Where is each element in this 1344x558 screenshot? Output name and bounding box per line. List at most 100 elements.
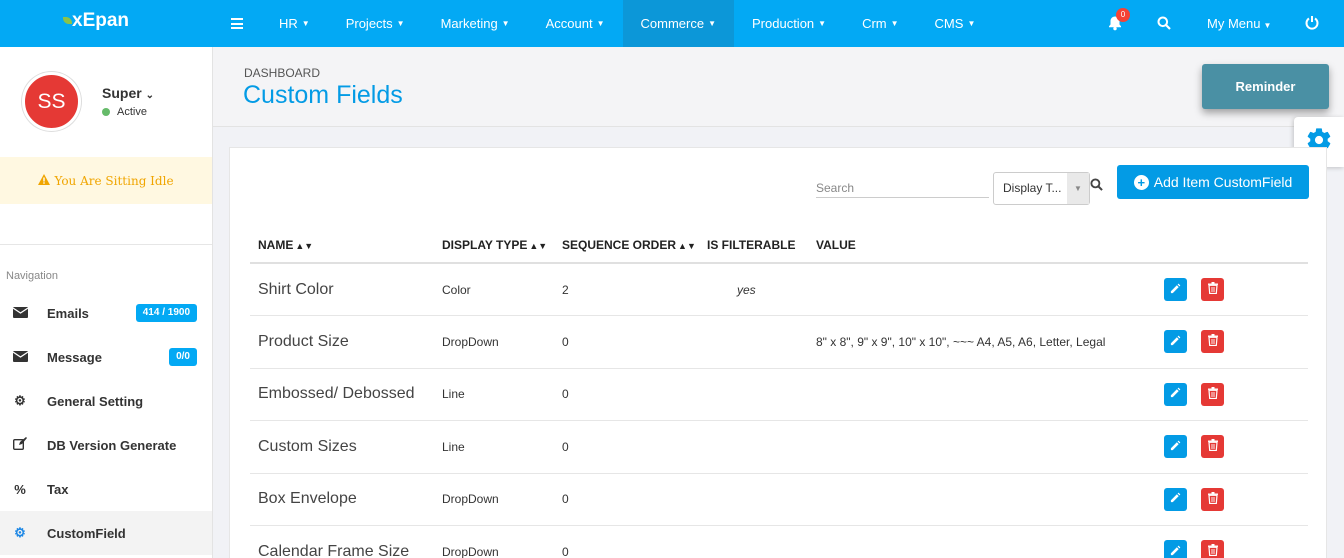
display-type-select[interactable]: Display T... ▼ [993,172,1090,205]
sidebar-item-db-version-generate[interactable]: DB Version Generate [0,423,212,467]
delete-button[interactable] [1201,435,1224,459]
sidebar-item-message[interactable]: Message 0/0 [0,335,212,379]
user-name-dropdown[interactable]: Super ⌄ [102,85,154,101]
menu-crm[interactable]: Crm ▼ [844,0,916,47]
edit-button[interactable] [1164,330,1187,354]
pencil-icon [1170,545,1181,558]
cell-name: Product Size [250,315,434,369]
cell-is-filterable [699,368,808,421]
cell-actions [1156,473,1308,526]
trash-icon [1207,439,1218,454]
cell-value [808,368,1156,421]
edit-button[interactable] [1164,487,1187,511]
leaf-icon [63,17,72,24]
delete-button[interactable] [1201,487,1224,511]
delete-button[interactable] [1201,278,1224,301]
delete-button[interactable] [1201,540,1224,558]
page-header: DASHBOARD Custom Fields Reminder [213,47,1344,127]
cell-display-type: Color [434,263,554,316]
cell-display-type: Line [434,368,554,421]
cell-actions [1156,420,1308,474]
custom-fields-table: NAME ▲▼ DISPLAY TYPE ▲▼ SEQUENCE ORDER ▲▼ I… [250,228,1308,558]
cell-sequence-order: 0 [554,525,699,558]
trash-icon [1207,386,1218,402]
pencil-icon [1170,335,1181,349]
menu-cms[interactable]: CMS ▼ [917,0,994,47]
cell-sequence-order: 0 [554,420,699,474]
user-status: Active [102,106,147,118]
hamburger-menu-icon[interactable] [231,18,243,29]
edit-button[interactable] [1164,435,1187,459]
menu-hr[interactable]: HR ▼ [261,0,328,47]
cell-is-filterable [699,420,808,474]
edit-button[interactable] [1164,278,1187,301]
avatar[interactable]: SS [22,72,81,131]
cell-display-type: DropDown [434,315,554,369]
cell-name: Box Envelope [250,473,434,526]
column-header-actions [1156,228,1308,264]
cell-actions [1156,368,1308,421]
sort-icon: ▲▼ [678,241,696,251]
search-input[interactable] [816,179,989,198]
gear-icon: ⚙ [14,393,26,408]
envelope-icon [11,350,29,365]
table-header-row: NAME ▲▼ DISPLAY TYPE ▲▼ SEQUENCE ORDER ▲▼ I… [250,228,1308,264]
cell-is-filterable [699,473,808,526]
reminder-button[interactable]: Reminder [1202,64,1329,109]
menu-marketing[interactable]: Marketing ▼ [423,0,528,47]
menu-production[interactable]: Production ▼ [734,0,844,47]
sort-icon: ▲▼ [295,241,314,251]
menu-commerce[interactable]: Commerce ▼ [622,0,734,47]
breadcrumb[interactable]: DASHBOARD [244,66,320,80]
delete-button[interactable] [1201,330,1224,354]
edit-button[interactable] [1164,540,1187,558]
edit-button[interactable] [1164,382,1187,406]
divider [0,244,212,245]
add-customfield-button[interactable]: + Add Item CustomField [1117,165,1309,199]
search-button[interactable] [1090,178,1103,196]
pencil-icon [1170,492,1181,506]
cell-value [808,263,1156,316]
nav-section-title: Navigation [6,270,58,282]
menu-account[interactable]: Account ▼ [528,0,623,47]
trash-icon [1207,282,1218,297]
page-title: Custom Fields [243,81,403,109]
gear-icon: ⚙ [14,525,26,540]
percent-icon: % [14,481,26,497]
cell-sequence-order: 2 [554,263,699,316]
idle-warning: You Are Sitting Idle [0,157,212,204]
menu-projects[interactable]: Projects ▼ [328,0,423,47]
message-count-badge: 0/0 [169,348,197,366]
table-row: Product Size DropDown 0 8" x 8", 9" x 9", 1… [250,315,1308,369]
pencil-icon [1170,387,1181,401]
sidebar-item-customfield[interactable]: ⚙ CustomField [0,511,212,555]
column-header-sequence-order[interactable]: SEQUENCE ORDER ▲▼ [554,228,699,264]
column-header-display-type[interactable]: DISPLAY TYPE ▲▼ [434,228,554,264]
cell-display-type: DropDown [434,473,554,526]
cell-value [808,525,1156,558]
cell-name: Calendar Frame Size [250,525,434,558]
my-menu[interactable]: My Menu ▼ [1207,16,1271,31]
table-row: Custom Sizes Line 0 [250,420,1308,474]
column-header-name[interactable]: NAME ▲▼ [250,228,434,264]
delete-button[interactable] [1201,382,1224,406]
sidebar-item-emails[interactable]: Emails 414 / 1900 [0,291,212,335]
trash-icon [1207,334,1218,349]
cell-sequence-order: 0 [554,473,699,526]
chevron-down-icon: ▼ [1067,173,1089,204]
table-row: Embossed/ Debossed Line 0 [250,368,1308,421]
app-logo: xEpan [72,10,130,31]
column-header-value: VALUE [808,228,1156,264]
sidebar-item-tax[interactable]: % Tax [0,467,212,511]
main-menu: HR ▼ Projects ▼ Marketing ▼ Account ▼ Commer… [261,0,993,47]
brand[interactable]: xEpan [0,0,213,47]
trash-icon [1207,491,1218,507]
cell-is-filterable: yes [699,263,808,316]
power-icon[interactable] [1305,15,1319,35]
top-navbar: xEpan HR ▼ Projects ▼ Marketing ▼ Account ▼ … [0,0,1344,47]
cell-actions [1156,263,1308,316]
cell-name: Embossed/ Debossed [250,368,434,421]
sidebar-item-general-setting[interactable]: ⚙ General Setting [0,379,212,423]
table-row: Shirt Color Color 2 yes [250,263,1308,316]
search-icon[interactable] [1157,16,1171,35]
